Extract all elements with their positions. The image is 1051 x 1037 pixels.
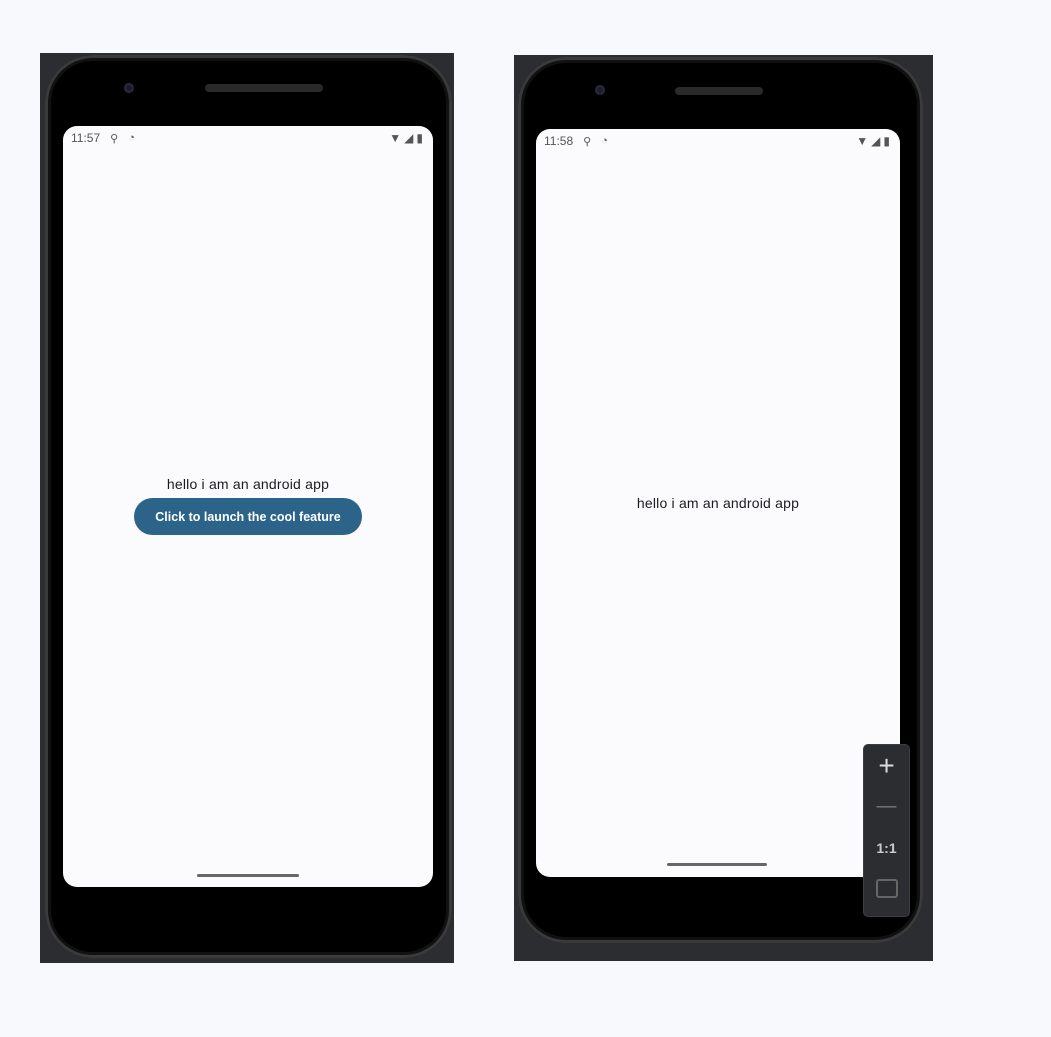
status-time: 11:58 [544,134,574,148]
battery-icon: ▮ [883,134,890,148]
signal-icon: ◢ [871,134,881,148]
status-bar: 11:58 ⚲ ◔ ▼ ◢ ▮ [544,133,890,149]
phone-body: 11:57 ⚲ ◔ ▼ ◢ ▮ hello i am an android app … [45,55,452,958]
signal-icon: ◢ [404,131,414,145]
debug-icon: ⚲ [583,135,592,148]
zoom-controls: + — 1:1 [863,744,910,917]
hello-text: hello i am an android app [166,476,330,492]
screen[interactable]: 11:58 ⚲ ◔ ▼ ◢ ▮ hello i am an android app [536,129,900,877]
fit-screen-icon [875,879,898,898]
fit-screen-button[interactable] [864,868,909,909]
hello-text: hello i am an android app [636,495,800,511]
android-face-icon: ◔ [601,135,608,147]
camera-icon [595,85,605,95]
device-frame-left: 11:57 ⚲ ◔ ▼ ◢ ▮ hello i am an android app … [40,53,454,963]
launch-feature-button[interactable]: Click to launch the cool feature [134,498,362,535]
home-indicator[interactable] [197,874,299,877]
zoom-out-button[interactable]: — [864,786,909,827]
android-face-icon: ◔ [128,132,135,144]
actual-size-button[interactable]: 1:1 [864,827,909,868]
wifi-icon: ▼ [856,134,869,148]
speaker [205,84,323,92]
wifi-icon: ▼ [389,131,402,145]
camera-icon [124,83,134,93]
speaker [675,87,763,95]
zoom-in-button[interactable]: + [864,745,909,786]
debug-icon: ⚲ [110,132,119,145]
home-indicator[interactable] [667,863,767,866]
battery-icon: ▮ [416,131,423,145]
status-time: 11:57 [71,131,101,145]
status-bar: 11:57 ⚲ ◔ ▼ ◢ ▮ [71,130,423,146]
screen[interactable]: 11:57 ⚲ ◔ ▼ ◢ ▮ hello i am an android app … [63,126,433,887]
